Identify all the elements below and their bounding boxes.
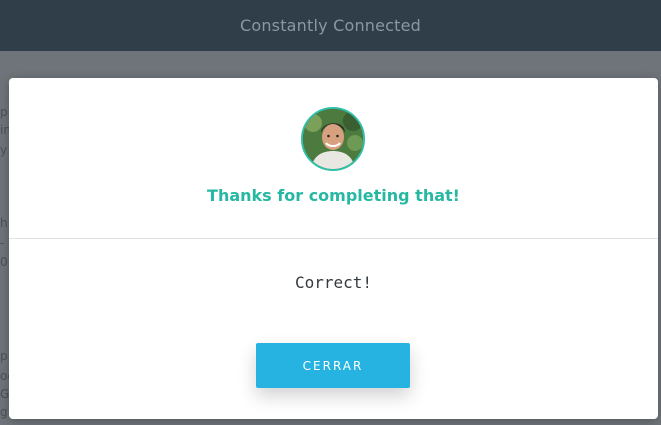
avatar	[301, 107, 365, 171]
result-message: Correct!	[294, 273, 373, 292]
background-text: G	[0, 387, 10, 401]
dialog-title: Thanks for completing that!	[207, 186, 460, 205]
background-text: h	[0, 216, 8, 230]
top-bar: Constantly Connected	[0, 0, 661, 51]
person-avatar-icon	[303, 109, 363, 169]
background-text: p	[0, 349, 8, 363]
background-text: p	[0, 105, 8, 119]
divider	[9, 238, 658, 239]
background-text: g	[0, 405, 8, 419]
background-text: y	[0, 143, 8, 157]
background-text: -	[0, 236, 5, 250]
close-button[interactable]: CERRAR	[256, 343, 410, 388]
app-title: Constantly Connected	[239, 16, 422, 35]
completion-dialog: Thanks for completing that! Correct! CER…	[9, 78, 658, 419]
